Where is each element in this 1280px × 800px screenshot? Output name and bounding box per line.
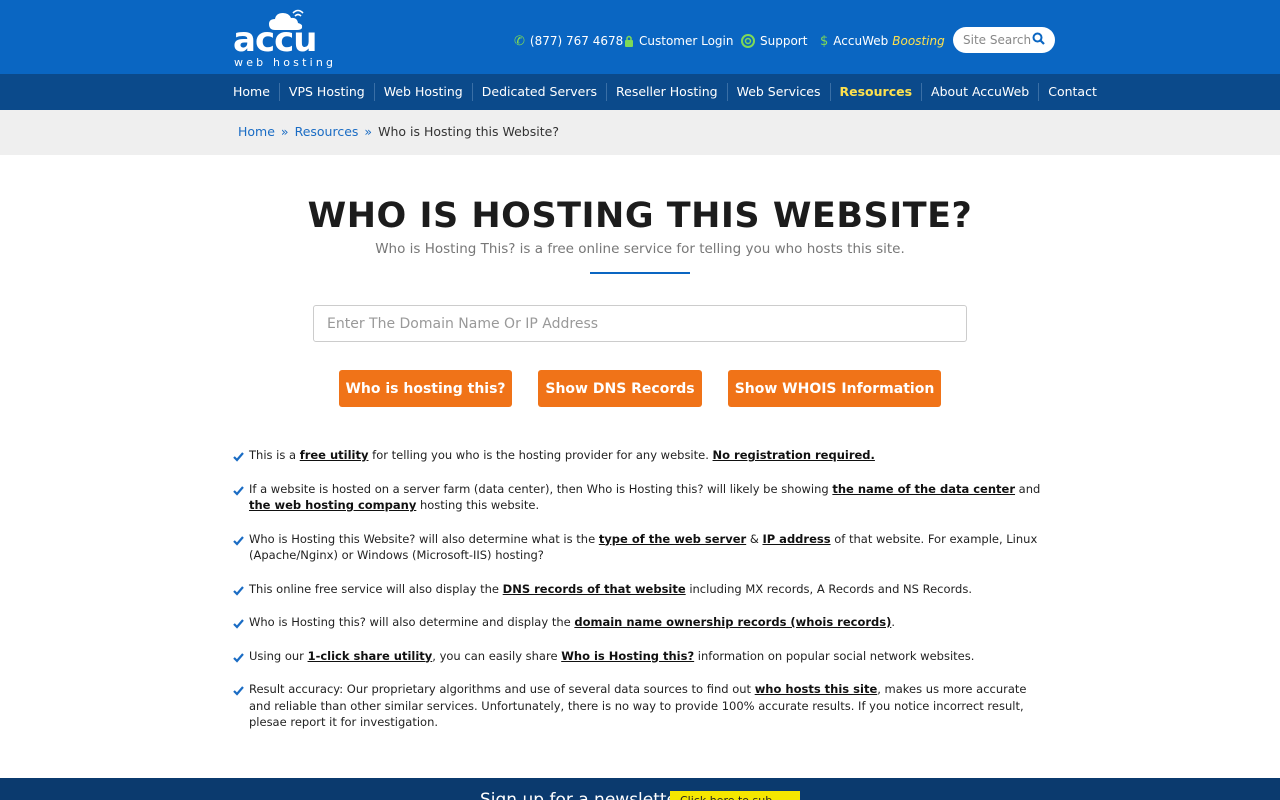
accu-logo[interactable]: accu web hosting xyxy=(233,6,343,69)
feature-text: information on popular social network we… xyxy=(694,648,975,663)
nav-item-reseller-hosting[interactable]: Reseller Hosting xyxy=(607,83,728,101)
breadcrumb-separator: » xyxy=(280,124,289,139)
feature-item: Who is Hosting this Website? will also d… xyxy=(233,531,1048,564)
breadcrumb-home[interactable]: Home xyxy=(238,124,275,139)
feature-item: This is a free utility for telling you w… xyxy=(233,447,1048,464)
feature-text: and xyxy=(1015,481,1041,496)
feature-text: & xyxy=(746,531,763,546)
boosting-label: Boosting xyxy=(892,34,945,48)
domain-input[interactable] xyxy=(313,305,967,342)
breadcrumb-current: Who is Hosting this Website? xyxy=(378,124,559,139)
feature-list: This is a free utility for telling you w… xyxy=(233,447,1048,748)
site-header: accu web hosting ✆ (877) 767 4678 Custom… xyxy=(0,0,1280,74)
accuweb-boosting-link[interactable]: $ AccuWeb Boosting xyxy=(820,32,945,50)
who-is-hosting-button[interactable]: Who is hosting this? xyxy=(339,370,512,407)
newsletter-subscribe-button[interactable]: Click here to sub xyxy=(670,791,800,800)
nav-item-about-accuweb[interactable]: About AccuWeb xyxy=(922,83,1040,101)
feature-text: If a website is hosted on a server farm … xyxy=(249,481,833,496)
breadcrumb-bar: Home » Resources » Who is Hosting this W… xyxy=(0,110,1280,155)
feature-text: This is a xyxy=(249,448,300,462)
breadcrumb-resources[interactable]: Resources xyxy=(295,124,359,139)
customer-login-link[interactable]: Customer Login xyxy=(624,32,733,50)
feature-text: for telling you who is the hosting provi… xyxy=(368,448,713,462)
phone-link[interactable]: ✆ (877) 767 4678 xyxy=(514,32,623,50)
feature-item: Who is Hosting this? will also determine… xyxy=(233,614,1048,631)
lock-icon xyxy=(625,35,633,47)
feature-text: , you can easily share xyxy=(432,648,562,663)
feature-text: . xyxy=(891,615,896,629)
show-dns-records-button[interactable]: Show DNS Records xyxy=(538,370,702,407)
checkmark-icon xyxy=(233,651,244,668)
logo-tagline: web hosting xyxy=(234,56,337,69)
who-is-hosting-link[interactable]: Who is Hosting this? xyxy=(561,649,694,663)
free-utility-link[interactable]: free utility xyxy=(300,448,369,462)
share-utility-link[interactable]: 1-click share utility xyxy=(308,649,433,663)
title-underline xyxy=(590,272,690,274)
feature-text: Result accuracy: Our proprietary algorit… xyxy=(249,682,755,696)
main-nav-list: Home VPS Hosting Web Hosting Dedicated Serv… xyxy=(224,74,1106,110)
no-registration-link[interactable]: No registration required. xyxy=(713,448,875,462)
feature-text: Who is Hosting this Website? will also d… xyxy=(249,531,599,546)
newsletter-label: Sign up for a newsletter xyxy=(480,790,685,800)
nav-item-vps-hosting[interactable]: VPS Hosting xyxy=(280,83,375,101)
site-search-input[interactable]: Site Search xyxy=(953,27,1055,53)
page-title: WHO IS HOSTING THIS WEBSITE? xyxy=(307,196,973,236)
main-nav: Home VPS Hosting Web Hosting Dedicated Serv… xyxy=(0,74,1280,110)
whois-records-link[interactable]: domain name ownership records (whois rec… xyxy=(574,615,891,629)
accuweb-label: AccuWeb xyxy=(833,34,889,48)
web-server-type-link[interactable]: type of the web server xyxy=(599,532,746,546)
feature-item: This online free service will also displ… xyxy=(233,581,1048,598)
nav-item-resources[interactable]: Resources xyxy=(831,83,923,101)
feature-text: This online free service will also displ… xyxy=(249,581,503,596)
phone-icon: ✆ xyxy=(514,33,525,49)
ip-address-link[interactable]: IP address xyxy=(762,532,830,546)
checkmark-icon xyxy=(233,684,244,701)
checkmark-icon xyxy=(233,484,244,501)
checkmark-icon xyxy=(233,617,244,634)
who-hosts-this-site-link[interactable]: who hosts this site xyxy=(755,682,878,696)
logo-wordmark: accu xyxy=(233,20,317,60)
breadcrumb-separator: » xyxy=(364,124,373,139)
nav-item-contact[interactable]: Contact xyxy=(1039,83,1106,101)
feature-text: including MX records, A Records and NS R… xyxy=(685,581,972,596)
nav-item-web-hosting[interactable]: Web Hosting xyxy=(375,83,473,101)
checkmark-icon xyxy=(233,584,244,601)
customer-login-label: Customer Login xyxy=(639,34,734,48)
search-icon[interactable] xyxy=(1032,32,1046,46)
checkmark-icon xyxy=(233,534,244,551)
phone-number: (877) 767 4678 xyxy=(529,34,624,48)
site-search-placeholder: Site Search xyxy=(963,33,1032,47)
support-link[interactable]: Support xyxy=(741,32,807,50)
feature-item: If a website is hosted on a server farm … xyxy=(233,481,1048,514)
dollar-icon: $ xyxy=(820,33,829,49)
nav-item-home[interactable]: Home xyxy=(224,83,280,101)
feature-item: Using our 1-click share utility, you can… xyxy=(233,648,1048,665)
data-center-link[interactable]: the name of the data center xyxy=(832,482,1015,496)
lifebuoy-icon xyxy=(741,34,755,48)
nav-item-web-services[interactable]: Web Services xyxy=(728,83,831,101)
feature-text: hosting this website. xyxy=(416,498,540,512)
page-subtitle: Who is Hosting This? is a free online se… xyxy=(375,241,905,257)
feature-item: Result accuracy: Our proprietary algorit… xyxy=(233,681,1048,731)
feature-text: Using our xyxy=(249,648,308,663)
show-whois-button[interactable]: Show WHOIS Information xyxy=(728,370,941,407)
nav-item-dedicated-servers[interactable]: Dedicated Servers xyxy=(473,83,608,101)
breadcrumb: Home » Resources » Who is Hosting this W… xyxy=(238,124,559,139)
feature-text: Who is Hosting this? will also determine… xyxy=(249,615,575,629)
web-hosting-company-link[interactable]: the web hosting company xyxy=(249,498,416,512)
support-label: Support xyxy=(760,34,808,48)
checkmark-icon xyxy=(233,450,244,467)
dns-records-link[interactable]: DNS records of that website xyxy=(503,582,686,596)
newsletter-footer: Sign up for a newsletter Click here to s… xyxy=(0,778,1280,800)
